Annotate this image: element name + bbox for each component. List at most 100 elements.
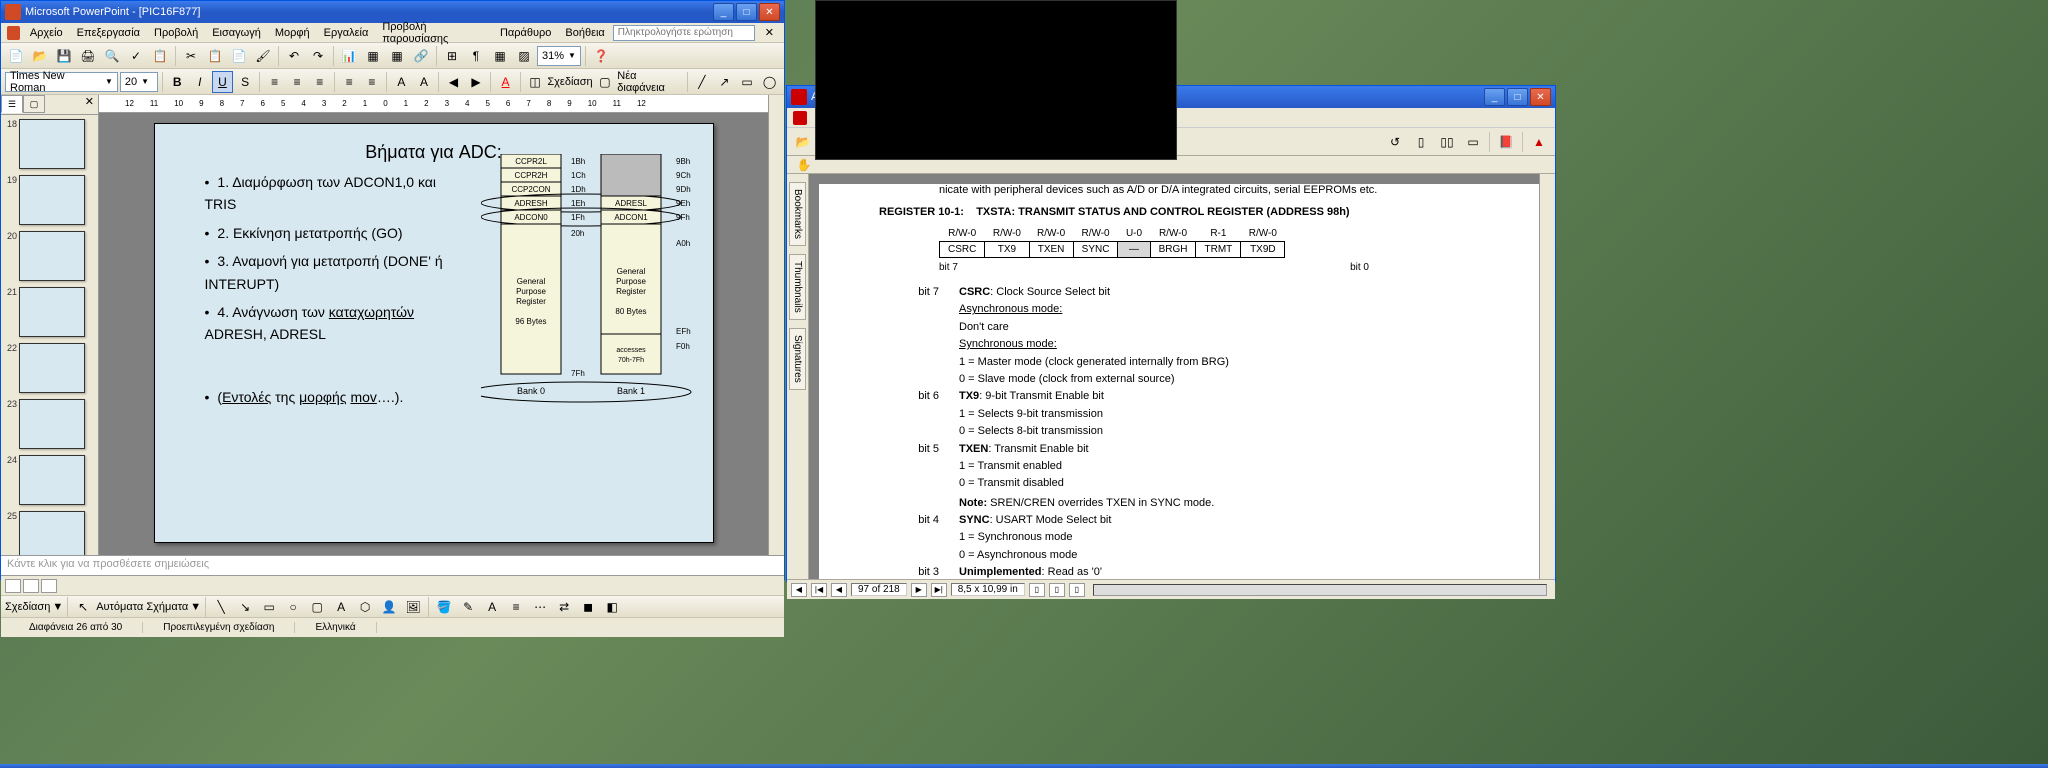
menu-insert[interactable]: Εισαγωγή: [206, 25, 267, 41]
pdf-adobe-button[interactable]: ▲: [1527, 130, 1551, 154]
arrow-style-tool[interactable]: ⇄: [553, 596, 575, 618]
hand-tool[interactable]: ✋: [793, 154, 815, 176]
clipart-tool[interactable]: 👤: [378, 596, 400, 618]
rectangle-tool[interactable]: ▭: [258, 596, 280, 618]
format-painter-button[interactable]: 🖌: [252, 45, 274, 67]
underline-button[interactable]: U: [212, 71, 233, 93]
increase-indent-button[interactable]: ▶: [466, 71, 487, 93]
bookmarks-tab[interactable]: Bookmarks: [789, 182, 806, 246]
slide-thumbnail[interactable]: 22: [3, 343, 96, 393]
spellcheck-button[interactable]: ✓: [125, 45, 147, 67]
pdf-rotate-ccw-button[interactable]: ↺: [1383, 130, 1407, 154]
slide-thumbnail[interactable]: 25: [3, 511, 96, 555]
pdf-ebook-button[interactable]: 📕: [1494, 130, 1518, 154]
bullet-item[interactable]: (Εντολές της μορφής mov….).: [205, 386, 455, 408]
cut-button[interactable]: ✂: [180, 45, 202, 67]
new-slide-label[interactable]: Νέα διαφάνεια: [617, 70, 682, 94]
slideshow-view-button[interactable]: [41, 579, 57, 593]
slide-thumbnail[interactable]: 23: [3, 399, 96, 449]
bullet-item[interactable]: 4. Ανάγνωση των καταχωρητών ADRESH, ADRE…: [205, 301, 455, 346]
page-layout-1-button[interactable]: ▯: [1029, 583, 1045, 597]
sorter-view-button[interactable]: [23, 579, 39, 593]
decrease-indent-button[interactable]: ◀: [443, 71, 464, 93]
notes-pane[interactable]: Κάντε κλικ για να προσθέσετε σημειώσεις: [1, 555, 784, 575]
close-button[interactable]: ✕: [759, 3, 780, 21]
menu-file[interactable]: Αρχείο: [24, 25, 69, 41]
menu-close-button[interactable]: ✕: [761, 26, 778, 39]
pdf-open-button[interactable]: 📂: [791, 130, 815, 154]
pdf-maximize-button[interactable]: □: [1507, 88, 1528, 106]
picture-tool[interactable]: 🖼: [402, 596, 424, 618]
thumbnails-tab[interactable]: Thumbnails: [789, 254, 806, 320]
show-formatting-button[interactable]: ¶: [465, 45, 487, 67]
slide-thumbnail[interactable]: 24: [3, 455, 96, 505]
font-combo[interactable]: Times New Roman▼: [5, 72, 118, 92]
zoom-combo[interactable]: 31%▼: [537, 46, 581, 66]
first-page-button[interactable]: |◀: [811, 583, 827, 597]
autoshapes-menu[interactable]: Αυτόματα Σχήματα: [96, 601, 188, 613]
hyperlink-button[interactable]: 🔗: [410, 45, 432, 67]
line-color-tool[interactable]: ✎: [457, 596, 479, 618]
menu-help[interactable]: Βοήθεια: [559, 25, 610, 41]
dash-style-tool[interactable]: ⋯: [529, 596, 551, 618]
page-layout-2-button[interactable]: ▯: [1049, 583, 1065, 597]
oval-tool[interactable]: ○: [282, 596, 304, 618]
expand-button[interactable]: ⊞: [441, 45, 463, 67]
italic-button[interactable]: I: [190, 71, 211, 93]
pdf-continuous-button[interactable]: ▯▯: [1435, 130, 1459, 154]
line-button[interactable]: ╱: [692, 71, 713, 93]
slide-bullets-2[interactable]: (Εντολές της μορφής mov….).: [175, 386, 455, 408]
line-tool[interactable]: ╲: [210, 596, 232, 618]
slide-canvas[interactable]: Βήματα για ADC: 1. Διαμόρφωση των ADCON1…: [154, 123, 714, 543]
rectangle-button[interactable]: ▭: [737, 71, 758, 93]
new-button[interactable]: 📄: [5, 45, 27, 67]
color-button[interactable]: ▨: [513, 45, 535, 67]
3d-tool[interactable]: ◧: [601, 596, 623, 618]
diagram-tool[interactable]: ⬡: [354, 596, 376, 618]
taskbar[interactable]: [0, 764, 2048, 768]
preview-button[interactable]: 🔍: [101, 45, 123, 67]
scroll-left-button[interactable]: ◀: [791, 583, 807, 597]
arrow-style-button[interactable]: ↗: [714, 71, 735, 93]
slide-thumbnail[interactable]: 19: [3, 175, 96, 225]
help-search-input[interactable]: [613, 25, 755, 41]
align-left-button[interactable]: ≡: [264, 71, 285, 93]
black-window[interactable]: [815, 0, 1177, 160]
arrow-tool[interactable]: ↘: [234, 596, 256, 618]
menu-tools[interactable]: Εργαλεία: [318, 25, 375, 41]
vertical-scrollbar[interactable]: [768, 95, 784, 555]
undo-button[interactable]: ↶: [283, 45, 305, 67]
print-button[interactable]: 🖨: [77, 45, 99, 67]
select-tool[interactable]: ↖: [72, 596, 94, 618]
copy-button[interactable]: 📋: [204, 45, 226, 67]
decrease-font-button[interactable]: A: [414, 71, 435, 93]
slide-thumbnail[interactable]: 21: [3, 287, 96, 337]
research-button[interactable]: 📋: [149, 45, 171, 67]
shadow-tool[interactable]: ◼: [577, 596, 599, 618]
slide-bullets[interactable]: 1. Διαμόρφωση των ADCON1,0 και TRIS 2. Ε…: [175, 171, 455, 346]
prev-page-button[interactable]: ◀: [831, 583, 847, 597]
oval2-button[interactable]: ◯: [759, 71, 780, 93]
line-style-tool[interactable]: ≡: [505, 596, 527, 618]
pdf-vertical-scrollbar[interactable]: [1539, 174, 1555, 579]
align-center-button[interactable]: ≡: [287, 71, 308, 93]
pdf-single-page-button[interactable]: ▯: [1409, 130, 1433, 154]
help-button[interactable]: ❓: [590, 45, 612, 67]
slide-thumbnail[interactable]: 18: [3, 119, 96, 169]
close-pane-button[interactable]: ✕: [81, 95, 98, 114]
fill-color-tool[interactable]: 🪣: [433, 596, 455, 618]
design-label[interactable]: Σχεδίαση: [547, 76, 592, 88]
new-slide-icon[interactable]: ▢: [595, 71, 616, 93]
pdf-minimize-button[interactable]: _: [1484, 88, 1505, 106]
menu-slideshow[interactable]: Προβολή παρουσίασης: [376, 19, 492, 47]
page-number-field[interactable]: 97 of 218: [851, 583, 907, 596]
minimize-button[interactable]: _: [713, 3, 734, 21]
slide-editor[interactable]: 1211109876543210123456789101112 Βήματα γ…: [99, 95, 768, 555]
maximize-button[interactable]: □: [736, 3, 757, 21]
menu-window[interactable]: Παράθυρο: [494, 25, 557, 41]
last-page-button[interactable]: ▶|: [931, 583, 947, 597]
align-right-button[interactable]: ≡: [309, 71, 330, 93]
pdf-close-button[interactable]: ✕: [1530, 88, 1551, 106]
pdf-horizontal-scrollbar[interactable]: [1093, 584, 1547, 596]
wordart-tool[interactable]: A: [330, 596, 352, 618]
